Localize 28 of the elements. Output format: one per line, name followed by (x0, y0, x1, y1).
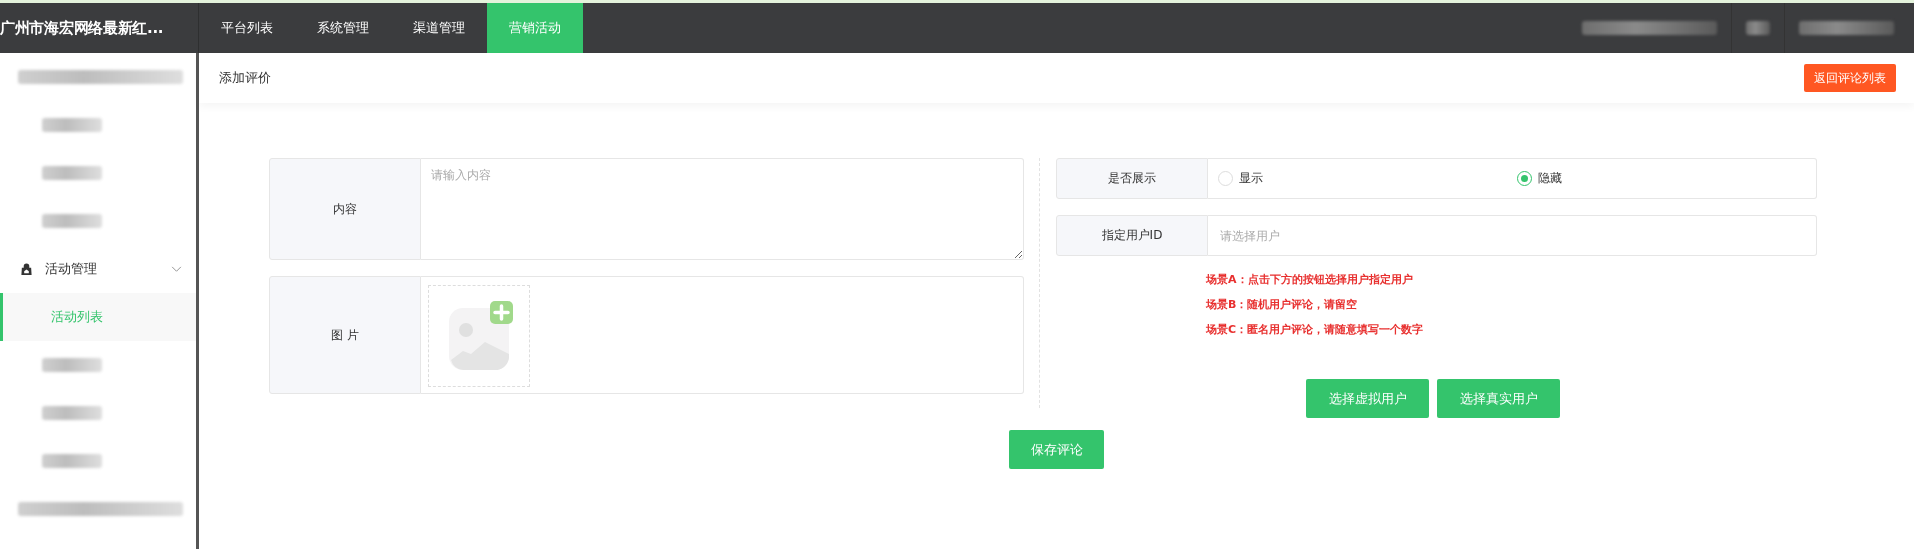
redacted-text (42, 406, 102, 420)
field-label: 指定用户ID (1056, 215, 1208, 256)
redacted-text (42, 166, 102, 180)
field-label: 是否展示 (1056, 158, 1208, 199)
redacted-text (42, 118, 102, 132)
chevron-icon (171, 265, 182, 273)
image-upload-button[interactable] (428, 285, 530, 387)
nav-tab[interactable]: 平台列表 (199, 3, 295, 53)
user-id-field[interactable]: 请选择用户 (1208, 215, 1817, 256)
radio-label: 显示 (1239, 170, 1263, 187)
hint-text: 场景C：匿名用户评论，请随意填写一个数字 (1206, 322, 1425, 338)
field-label: 图 片 (269, 276, 421, 394)
hint-text: 场景B：随机用户评论，请留空 (1206, 297, 1359, 313)
bag-icon (20, 262, 33, 276)
content-field[interactable]: 请输入内容 (421, 158, 1024, 260)
redacted-text (42, 358, 102, 372)
nav-tab[interactable]: 渠道管理 (391, 3, 487, 53)
hint-text: 场景A：点击下方的按钮选择用户指定用户 (1206, 272, 1414, 288)
radio-option[interactable]: 隐藏 (1517, 170, 1816, 187)
nav-tab[interactable]: 系统管理 (295, 3, 391, 53)
page-title: 添加评价 (219, 69, 271, 87)
radio-label: 隐藏 (1538, 170, 1562, 187)
redacted-text (42, 214, 102, 228)
radio-option[interactable]: 显示 (1218, 170, 1517, 187)
redacted-text (42, 454, 102, 468)
redacted-text (1746, 21, 1770, 35)
menu-group[interactable]: 活动管理 (0, 245, 196, 293)
field-label: 内容 (269, 158, 421, 260)
